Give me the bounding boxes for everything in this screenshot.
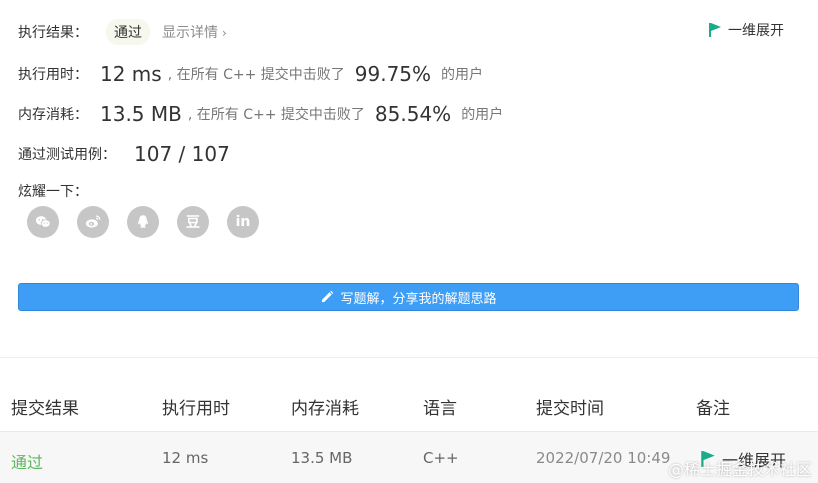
tests-value: 107 / 107 (134, 142, 230, 166)
header-runtime: 执行用时 (162, 399, 230, 419)
row-language: C++ (423, 449, 459, 467)
memory-label: 内存消耗： (18, 107, 88, 123)
row-submit-time: 2022/07/20 10:49 (536, 449, 671, 467)
memory-percent: 85.54% (374, 102, 452, 126)
qq-icon[interactable] (127, 206, 159, 238)
runtime-value: 12 ms (100, 62, 162, 86)
show-details-label: 显示详情 (162, 25, 218, 41)
tests-label: 通过测试用例： (18, 147, 116, 163)
memory-row: 内存消耗： 13.5 MB , 在所有 C++ 提交中击败了 85.54% 的用… (18, 99, 503, 129)
header-submit-time: 提交时间 (536, 399, 604, 419)
runtime-label: 执行用时： (18, 67, 88, 83)
header-note: 备注 (696, 399, 730, 419)
memory-suffix: 的用户 (461, 107, 504, 123)
header-result: 提交结果 (11, 399, 79, 419)
share-row: 炫耀一下： (18, 180, 88, 202)
result-label: 执行结果： (18, 25, 88, 41)
result-row: 执行结果： 通过 显示详情 › (18, 18, 227, 46)
write-solution-label: 写题解，分享我的解题思路 (340, 291, 497, 307)
linkedin-icon[interactable]: in (227, 206, 259, 238)
runtime-suffix: 的用户 (441, 67, 484, 83)
header-memory: 内存消耗 (291, 399, 359, 419)
flag-icon (709, 23, 721, 37)
memory-value: 13.5 MB (100, 102, 182, 126)
douban-icon[interactable]: 豆 (177, 206, 209, 238)
watermark-text: @稀土掘金技术社区 (667, 460, 812, 479)
row-memory: 13.5 MB (291, 449, 353, 467)
qq-glyph (138, 215, 148, 228)
expand-1d-label: 一维展开 (728, 23, 784, 39)
pencil-icon (322, 290, 334, 303)
chevron-right-icon: › (222, 26, 227, 40)
row-runtime: 12 ms (162, 449, 209, 467)
show-details-link[interactable]: 显示详情 › (162, 22, 227, 42)
submission-result-page: 执行结果： 通过 显示详情 › 一维展开 执行用时： 12 ms , 在所有 C+… (0, 0, 818, 483)
memory-beat-text: , 在所有 C++ 提交中击败了 (187, 107, 365, 123)
weibo-icon[interactable] (77, 206, 109, 238)
status-badge: 通过 (106, 19, 150, 45)
runtime-row: 执行用时： 12 ms , 在所有 C++ 提交中击败了 99.75% 的用户 (18, 59, 483, 89)
wechat-glyph (35, 216, 51, 228)
runtime-percent: 99.75% (354, 62, 432, 86)
header-language: 语言 (423, 399, 457, 419)
share-icons: 豆 in (27, 206, 259, 238)
tests-row: 通过测试用例： 107 / 107 (18, 139, 230, 169)
runtime-beat-text: , 在所有 C++ 提交中击败了 (167, 67, 345, 83)
write-solution-button[interactable]: 写题解，分享我的解题思路 (18, 283, 799, 311)
watermark: @稀土掘金技术社区 (668, 456, 812, 480)
wechat-icon[interactable] (27, 206, 59, 238)
submissions-table-header: 提交结果 执行用时 内存消耗 语言 提交时间 备注 (0, 380, 818, 430)
linkedin-glyph: in (235, 214, 251, 230)
weibo-glyph (85, 215, 101, 228)
expand-1d-button[interactable]: 一维展开 (708, 20, 784, 40)
douban-glyph: 豆 (186, 215, 200, 231)
section-divider (0, 357, 818, 358)
share-label: 炫耀一下： (18, 184, 88, 200)
row-result-link[interactable]: 通过 (11, 449, 43, 473)
